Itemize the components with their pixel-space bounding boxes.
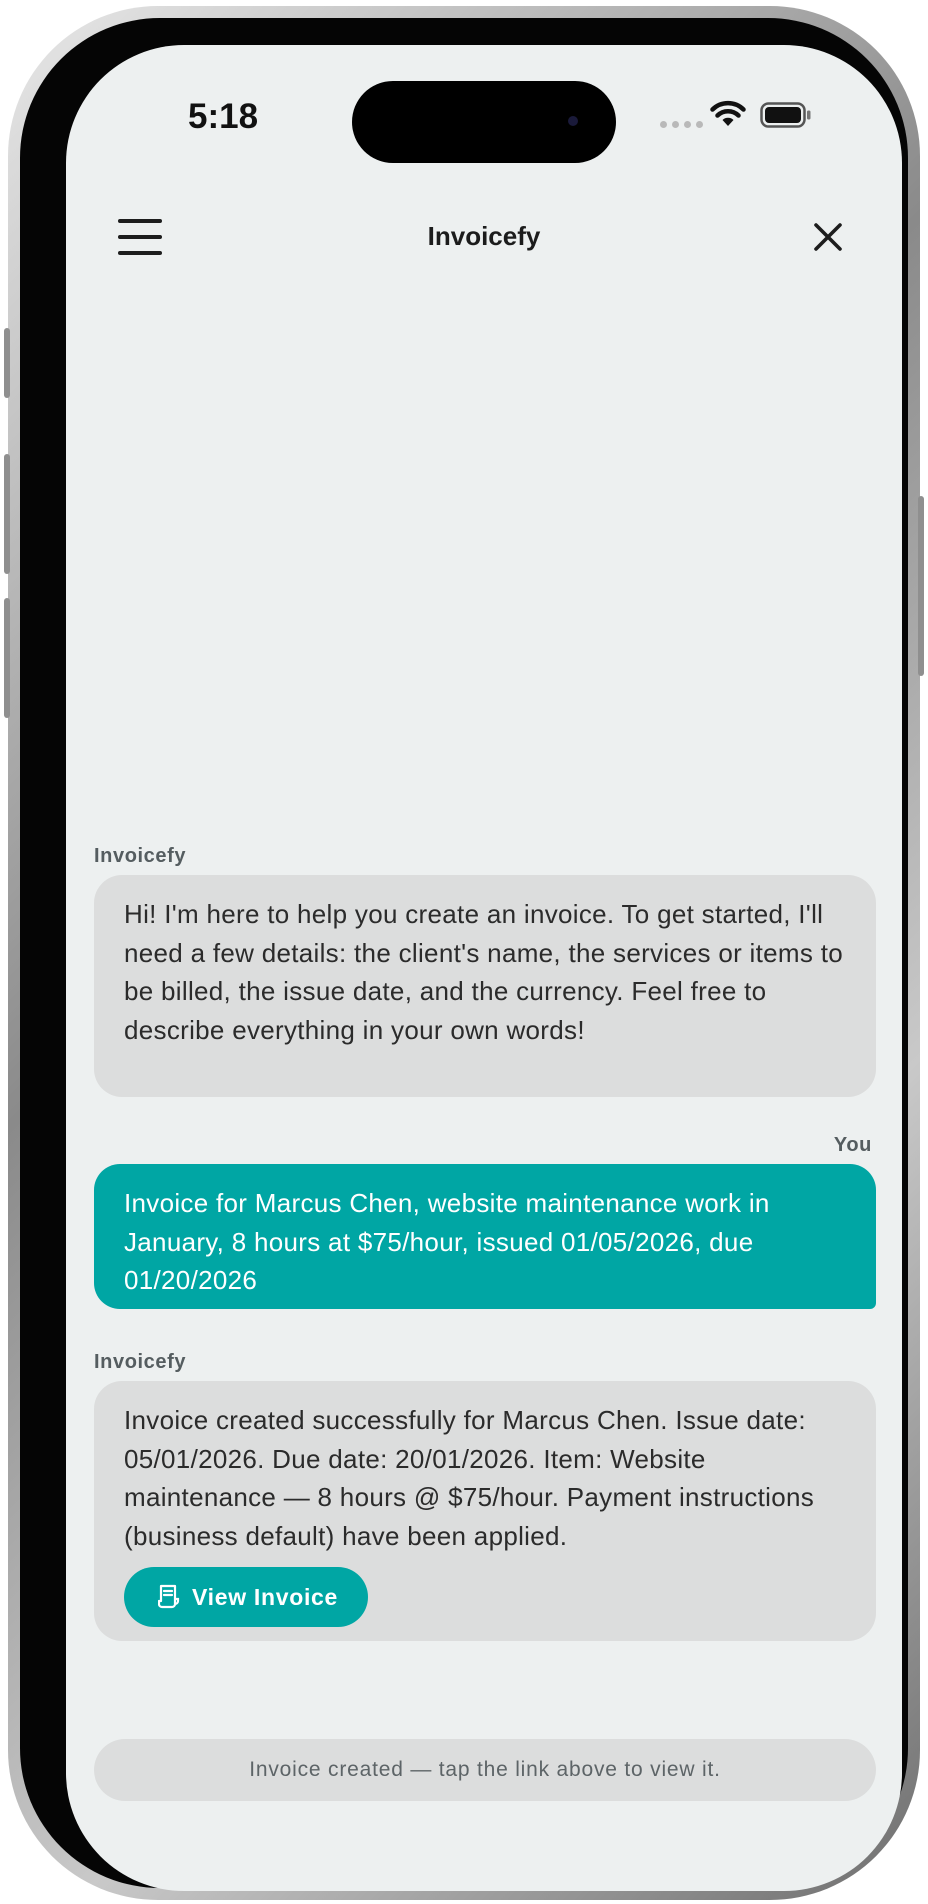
- dynamic-island: [352, 81, 616, 163]
- status-note: Invoice created — tap the link above to …: [94, 1739, 876, 1801]
- receipt-icon: [158, 1584, 180, 1609]
- camera-icon: [568, 116, 578, 126]
- battery-icon: [760, 102, 811, 128]
- view-invoice-label: View Invoice: [192, 1583, 339, 1610]
- bezel: 5:18 Invoicefy Invoicefy Hi! I'm here to…: [20, 18, 908, 1891]
- app-title: Invoicefy: [427, 221, 541, 251]
- message-text: Invoice created successfully for Marcus …: [124, 1405, 815, 1551]
- power-button: [918, 496, 924, 676]
- phone-frame: 5:18 Invoicefy Invoicefy Hi! I'm here to…: [4, 6, 924, 1900]
- cellular-signal-icon: [660, 121, 703, 128]
- view-invoice-button[interactable]: View Invoice: [124, 1567, 369, 1627]
- close-icon[interactable]: [810, 219, 846, 255]
- status-time: 5:18: [188, 97, 259, 136]
- volume-down-button: [4, 598, 10, 718]
- user-message-bubble: Invoice for Marcus Chen, website mainten…: [94, 1164, 876, 1309]
- screen: 5:18 Invoicefy Invoicefy Hi! I'm here to…: [66, 45, 902, 1891]
- message-sender-label: Invoicefy: [94, 845, 187, 867]
- message-sender-label: Invoicefy: [94, 1351, 187, 1373]
- message-sender-label: You: [833, 1134, 872, 1156]
- wifi-icon: [710, 100, 746, 126]
- action-button: [4, 328, 10, 398]
- volume-up-button: [4, 454, 10, 574]
- assistant-message-bubble: Invoice created successfully for Marcus …: [94, 1381, 876, 1641]
- assistant-message-bubble: Hi! I'm here to help you create an invoi…: [94, 875, 876, 1097]
